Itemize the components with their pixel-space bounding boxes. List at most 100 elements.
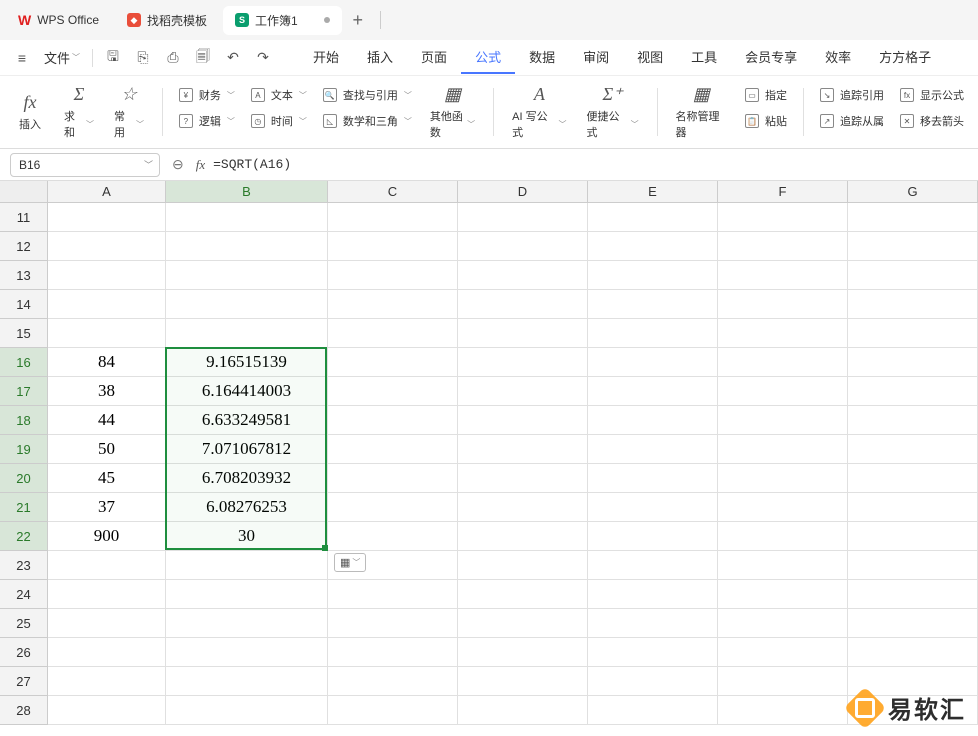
cell[interactable]: 6.633249581 — [166, 406, 328, 435]
cell[interactable] — [848, 551, 978, 580]
cell[interactable] — [328, 667, 458, 696]
menu-tab-8[interactable]: 会员专享 — [731, 41, 811, 74]
cell[interactable] — [848, 435, 978, 464]
remove-arrows-button[interactable]: ✕移去箭头 — [894, 110, 970, 132]
text-functions-button[interactable]: A文本﹀ — [245, 84, 313, 106]
cell[interactable] — [718, 696, 848, 725]
cell[interactable] — [458, 638, 588, 667]
cell[interactable] — [718, 290, 848, 319]
cell[interactable] — [328, 435, 458, 464]
cell[interactable] — [718, 493, 848, 522]
cell[interactable] — [328, 609, 458, 638]
cell[interactable] — [588, 551, 718, 580]
cell[interactable] — [328, 580, 458, 609]
column-header[interactable]: A — [48, 181, 166, 202]
cell[interactable] — [848, 464, 978, 493]
cell[interactable]: 9.16515139 — [166, 348, 328, 377]
name-box[interactable]: B16 ﹀ — [10, 153, 160, 177]
cell[interactable] — [328, 203, 458, 232]
cell[interactable]: 6.164414003 — [166, 377, 328, 406]
cell[interactable] — [848, 609, 978, 638]
cell[interactable]: 7.071067812 — [166, 435, 328, 464]
row-header[interactable]: 12 — [0, 232, 48, 261]
cell[interactable] — [48, 551, 166, 580]
cell[interactable]: 44 — [48, 406, 166, 435]
row-header[interactable]: 26 — [0, 638, 48, 667]
cell[interactable] — [328, 638, 458, 667]
formula-input[interactable]: =SQRT(A16) — [213, 157, 968, 172]
cell[interactable] — [588, 580, 718, 609]
cell[interactable] — [718, 435, 848, 464]
cell[interactable] — [48, 667, 166, 696]
cell[interactable] — [48, 609, 166, 638]
cell[interactable] — [458, 348, 588, 377]
cell[interactable] — [718, 609, 848, 638]
logic-functions-button[interactable]: ?逻辑﹀ — [173, 110, 241, 132]
cell[interactable] — [848, 261, 978, 290]
cell[interactable]: 6.708203932 — [166, 464, 328, 493]
row-header[interactable]: 24 — [0, 580, 48, 609]
cell[interactable] — [588, 406, 718, 435]
cell[interactable] — [458, 551, 588, 580]
cell[interactable] — [588, 696, 718, 725]
cell[interactable] — [328, 522, 458, 551]
cell[interactable] — [718, 203, 848, 232]
show-formulas-button[interactable]: fx显示公式 — [894, 84, 970, 106]
new-tab-button[interactable]: + — [346, 8, 370, 32]
select-all-corner[interactable] — [0, 181, 48, 202]
cell[interactable] — [588, 377, 718, 406]
paste-name-button[interactable]: 📋粘贴 — [739, 110, 793, 132]
name-manager-button[interactable]: ▦ 名称管理器 — [668, 84, 735, 140]
autosum-button[interactable]: Σ 求和﹀ — [56, 84, 102, 140]
row-header[interactable]: 25 — [0, 609, 48, 638]
cell[interactable] — [588, 319, 718, 348]
cell[interactable] — [458, 319, 588, 348]
cell[interactable] — [458, 522, 588, 551]
row-header[interactable]: 20 — [0, 464, 48, 493]
export-icon[interactable]: ⎘ — [129, 44, 157, 72]
workbook-tab[interactable]: S 工作簿1 — [223, 6, 342, 35]
cell[interactable] — [166, 232, 328, 261]
cell[interactable] — [458, 696, 588, 725]
cell[interactable] — [588, 522, 718, 551]
cell[interactable] — [718, 638, 848, 667]
print-preview-icon[interactable]: 🗐 — [189, 44, 217, 72]
redo-icon[interactable]: ↷ — [249, 44, 277, 72]
file-menu[interactable]: 文件 ﹀ — [38, 44, 86, 71]
cell[interactable] — [328, 348, 458, 377]
cell[interactable] — [166, 638, 328, 667]
quick-formula-button[interactable]: Σ⁺ 便捷公式﹀ — [579, 84, 647, 140]
cell[interactable] — [328, 261, 458, 290]
row-header[interactable]: 28 — [0, 696, 48, 725]
menu-tab-7[interactable]: 工具 — [677, 41, 731, 74]
cell[interactable] — [718, 319, 848, 348]
cell[interactable]: 45 — [48, 464, 166, 493]
cell[interactable] — [48, 261, 166, 290]
finance-functions-button[interactable]: ¥财务﹀ — [173, 84, 241, 106]
cell[interactable] — [718, 406, 848, 435]
cell[interactable] — [848, 522, 978, 551]
cell[interactable] — [328, 377, 458, 406]
row-header[interactable]: 16 — [0, 348, 48, 377]
cell[interactable] — [718, 232, 848, 261]
menu-tab-4[interactable]: 数据 — [515, 41, 569, 74]
cell[interactable] — [848, 319, 978, 348]
cell[interactable]: 38 — [48, 377, 166, 406]
menu-tab-9[interactable]: 效率 — [811, 41, 865, 74]
cell[interactable]: 6.08276253 — [166, 493, 328, 522]
row-header[interactable]: 14 — [0, 290, 48, 319]
menu-tab-6[interactable]: 视图 — [623, 41, 677, 74]
spreadsheet[interactable]: ABCDEFG 111213141516849.1651513917386.16… — [0, 181, 978, 736]
row-header[interactable]: 21 — [0, 493, 48, 522]
zoom-out-icon[interactable]: ⊖ — [168, 156, 188, 173]
cell[interactable] — [458, 464, 588, 493]
cell[interactable] — [588, 435, 718, 464]
row-header[interactable]: 13 — [0, 261, 48, 290]
cell[interactable] — [588, 232, 718, 261]
templates-tab[interactable]: ◆ 找稻壳模板 — [115, 6, 219, 35]
row-header[interactable]: 17 — [0, 377, 48, 406]
cell[interactable] — [166, 696, 328, 725]
common-functions-button[interactable]: ☆ 常用﹀ — [106, 84, 152, 140]
cell[interactable] — [718, 261, 848, 290]
cell[interactable] — [458, 203, 588, 232]
